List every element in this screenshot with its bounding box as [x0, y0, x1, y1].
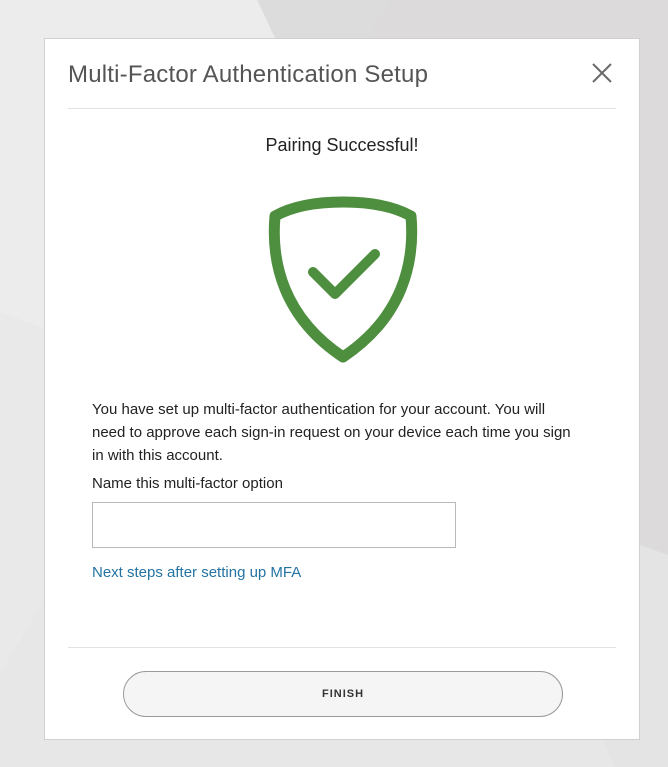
footer-divider	[68, 647, 616, 648]
shield-check-icon	[268, 196, 418, 363]
mfa-setup-dialog: Multi-Factor Authentication Setup Pairin…	[44, 38, 640, 740]
dialog-header: Multi-Factor Authentication Setup	[68, 39, 616, 109]
option-name-label: Name this multi-factor option	[92, 475, 283, 492]
finish-button[interactable]: FINISH	[123, 671, 563, 717]
confirmation-message: You have set up multi-factor authenticat…	[92, 401, 571, 464]
close-icon	[592, 63, 612, 83]
option-name-input[interactable]	[92, 502, 456, 548]
dialog-title: Multi-Factor Authentication Setup	[68, 61, 429, 88]
dialog-content: You have set up multi-factor authenticat…	[92, 398, 579, 582]
pairing-status-heading: Pairing Successful!	[265, 135, 419, 155]
next-steps-link[interactable]: Next steps after setting up MFA	[92, 564, 301, 581]
close-button[interactable]	[588, 59, 616, 87]
